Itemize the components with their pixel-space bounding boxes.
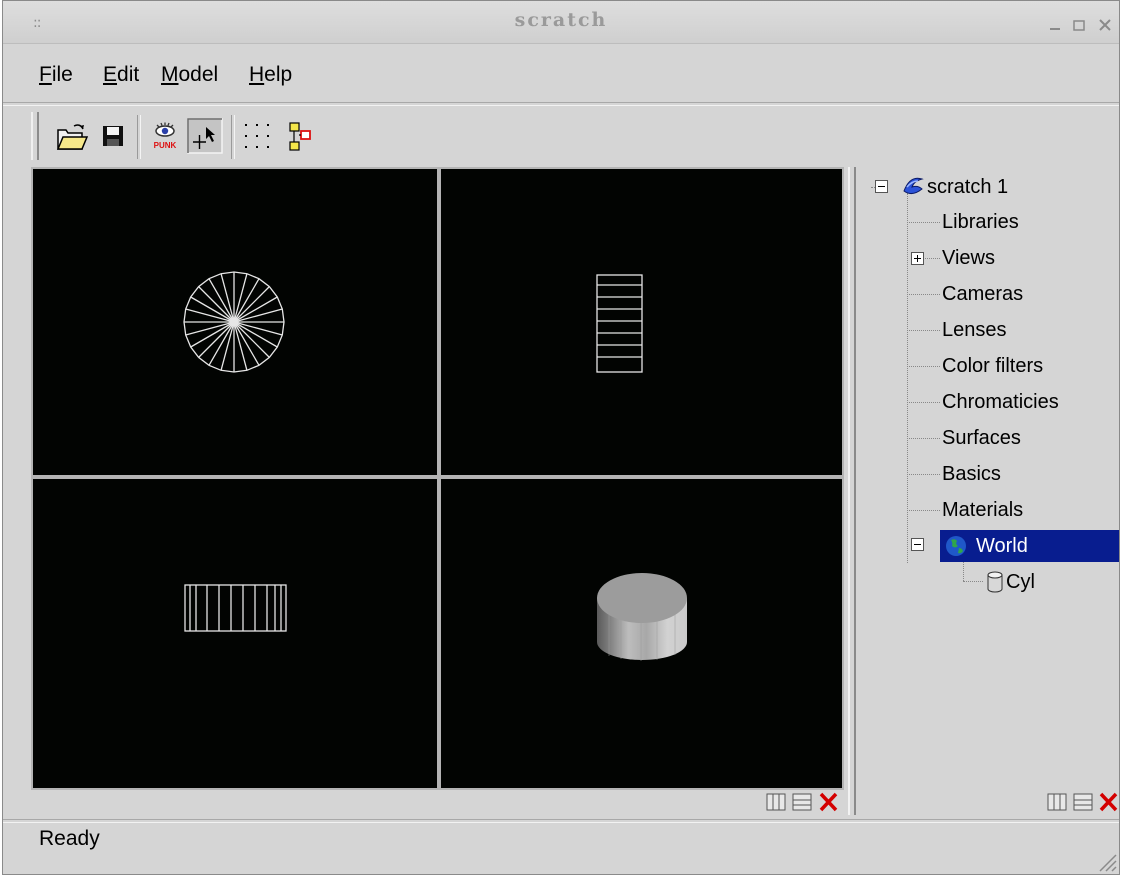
menu-edit-label: dit: [117, 63, 140, 86]
status-separator: [3, 819, 1119, 823]
window-title: scratch: [514, 9, 608, 31]
tree-collapse-toggle[interactable]: [875, 180, 888, 193]
tree-connector: [907, 330, 940, 331]
menu-edit[interactable]: Edit: [103, 63, 139, 87]
menu-file-mnemonic: F: [39, 63, 52, 86]
menu-help-label: elp: [264, 63, 293, 86]
menu-edit-mnemonic: E: [103, 63, 118, 86]
save-disk-icon[interactable]: [95, 118, 131, 154]
tree-connector: [907, 438, 940, 439]
disc-wireframe: [183, 271, 285, 373]
viewport-side[interactable]: [33, 479, 437, 788]
tree-connector: [907, 474, 940, 475]
menu-model-label: odel: [178, 63, 219, 86]
rect-wireframe-vertical: [596, 274, 643, 373]
tree-panel-controls: [1046, 791, 1120, 815]
split-vertical-icon[interactable]: [765, 791, 788, 813]
connect-nodes-icon[interactable]: [283, 118, 319, 154]
menu-help[interactable]: Help: [249, 63, 292, 87]
tree-item-lenses[interactable]: Lenses: [942, 316, 1007, 344]
tree-item-scratch-1[interactable]: scratch 1: [927, 173, 1008, 201]
punk-label: PUNK: [154, 141, 177, 150]
tree-collapse-toggle[interactable]: [911, 538, 924, 551]
app-window: :: scratch File Edit Model Help PUNK scr…: [2, 0, 1120, 875]
grid-dots-icon[interactable]: [239, 118, 275, 154]
tree-connector: [907, 193, 908, 563]
tree-expand-toggle[interactable]: [911, 252, 924, 265]
maximize-icon[interactable]: [1071, 17, 1087, 33]
open-folder-icon[interactable]: [53, 118, 89, 154]
close-icon[interactable]: [1097, 17, 1113, 33]
menu-model-mnemonic: M: [161, 63, 179, 86]
tree-item-world-label: World: [976, 535, 1028, 557]
tree-item-materials[interactable]: Materials: [942, 496, 1023, 524]
tree-item-color-filters[interactable]: Color filters: [942, 352, 1043, 380]
tree-connector: [907, 510, 940, 511]
tree-connector: [963, 559, 964, 581]
tree-item-libraries[interactable]: Libraries: [942, 208, 1019, 236]
select-arrow-icon[interactable]: [187, 118, 223, 154]
punk-eye-icon[interactable]: PUNK: [147, 118, 183, 154]
split-horizontal-icon[interactable]: [1072, 791, 1095, 813]
tree-connector: [963, 581, 983, 582]
minimize-icon[interactable]: [1047, 17, 1063, 33]
toolbar: PUNK: [25, 112, 375, 160]
toolbar-grip[interactable]: [31, 112, 39, 160]
menu-model[interactable]: Model: [161, 63, 218, 87]
tree-item-chromaticies[interactable]: Chromaticies: [942, 388, 1059, 416]
tree-item-cameras[interactable]: Cameras: [942, 280, 1023, 308]
menu-file[interactable]: File: [39, 63, 73, 87]
toolbar-separator: [137, 115, 141, 159]
tree-connector: [907, 294, 940, 295]
scene-tree: scratch 1 Libraries Views Cameras Lenses…: [858, 167, 1119, 787]
cylinder-icon: [987, 571, 1003, 593]
viewport-panel-controls: [765, 791, 845, 815]
split-horizontal-icon[interactable]: [791, 791, 814, 813]
menu-separator: [3, 102, 1119, 106]
tree-item-surfaces[interactable]: Surfaces: [942, 424, 1021, 452]
status-text: Ready: [39, 827, 100, 850]
tree-item-world[interactable]: World: [940, 530, 1119, 562]
tree-item-basics[interactable]: Basics: [942, 460, 1001, 488]
title-bar[interactable]: :: scratch: [3, 1, 1119, 44]
close-panel-icon[interactable]: [1097, 791, 1120, 813]
viewport-grid: [31, 167, 844, 790]
menu-help-mnemonic: H: [249, 63, 265, 86]
pane-splitter[interactable]: [848, 167, 856, 815]
close-panel-icon[interactable]: [817, 791, 840, 813]
menu-file-label: ile: [51, 63, 73, 86]
tree-item-views[interactable]: Views: [942, 244, 995, 272]
resize-grip-icon[interactable]: [1095, 850, 1117, 872]
tree-connector: [907, 402, 940, 403]
scene-swirl-icon: [903, 177, 924, 195]
viewport-perspective[interactable]: [441, 479, 842, 788]
tree-item-cyl[interactable]: Cyl: [1006, 568, 1035, 596]
tree-connector: [907, 366, 940, 367]
rect-wireframe-horizontal: [184, 584, 287, 632]
tree-connector: [907, 222, 940, 223]
toolbar-separator: [231, 115, 235, 159]
viewport-front[interactable]: [441, 169, 842, 475]
split-vertical-icon[interactable]: [1046, 791, 1069, 813]
shaded-cylinder: [597, 573, 687, 661]
globe-icon: [946, 536, 966, 556]
viewport-top[interactable]: [33, 169, 437, 475]
